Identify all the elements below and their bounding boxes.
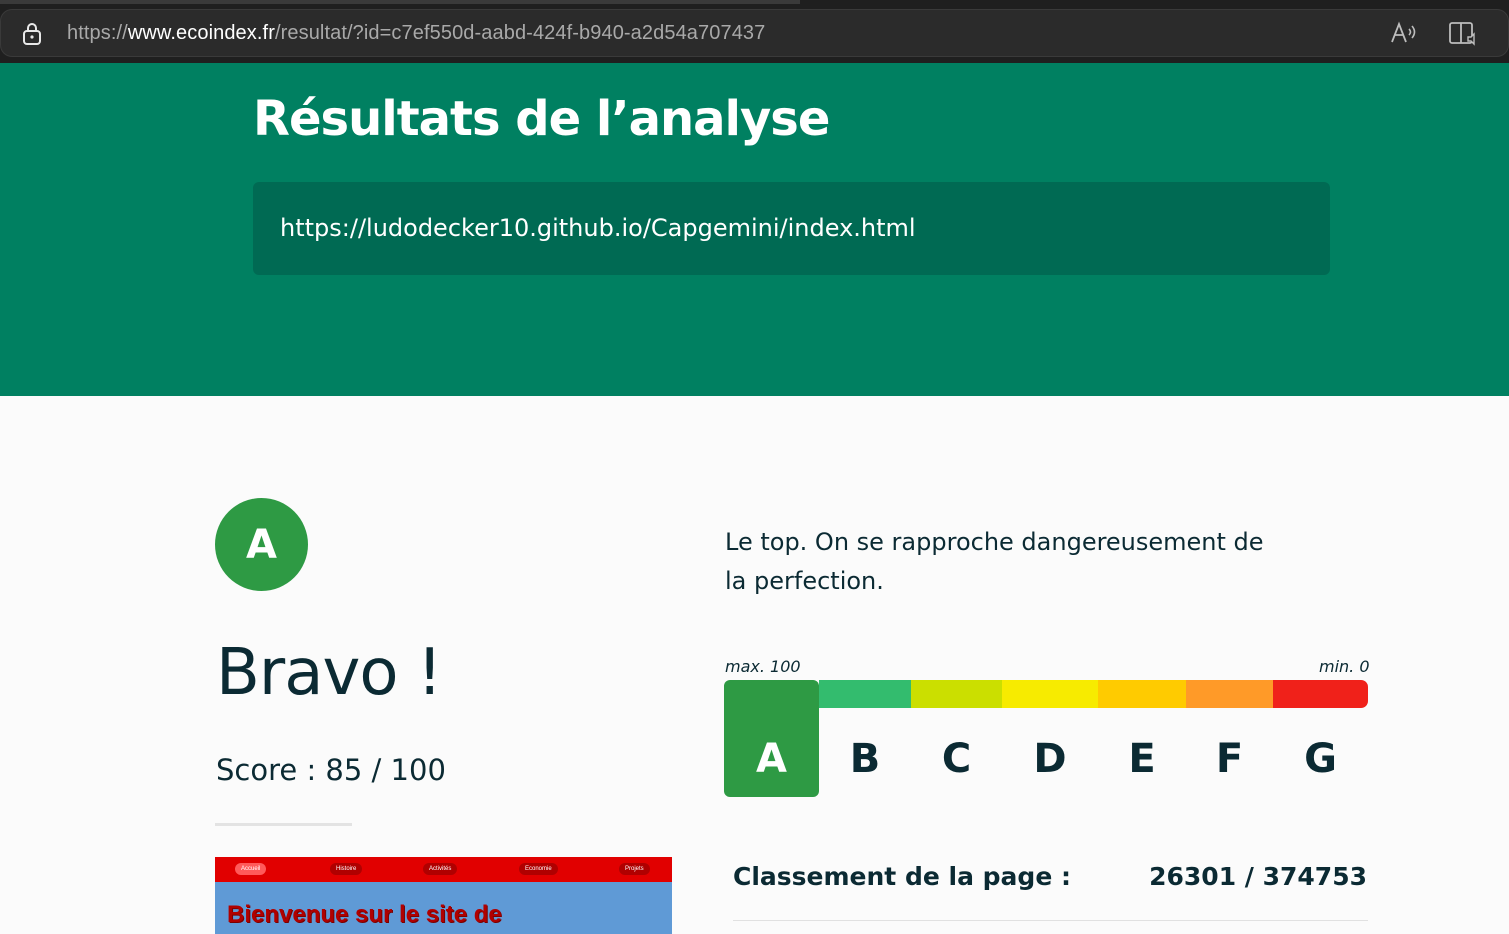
url-path: /resultat/?id=c7ef550d-aabd-424f-b940-a2… bbox=[274, 22, 766, 44]
ranking-label: Classement de la page : bbox=[733, 862, 1071, 891]
thumbnail-nav-item: Activités bbox=[423, 863, 458, 875]
divider bbox=[215, 823, 352, 826]
grade-scale-bar-g bbox=[1273, 680, 1368, 708]
grade-scale-letter-e: E bbox=[1128, 736, 1156, 782]
analyzed-url: https://ludodecker10.github.io/Capgemini… bbox=[280, 214, 916, 242]
thumbnail-nav-item: Histoire bbox=[330, 863, 363, 875]
verdict-text: Le top. On se rapproche dangereusement d… bbox=[725, 528, 1264, 595]
browser-chrome: https://www.ecoindex.fr/resultat/?id=c7e… bbox=[0, 0, 1509, 63]
scale-min-label: min. 0 bbox=[1319, 657, 1370, 676]
thumbnail-nav-item: Projets bbox=[619, 863, 650, 875]
thumbnail-nav-item: Economie bbox=[519, 863, 558, 875]
grade-scale-bar-e bbox=[1098, 680, 1186, 708]
results-header: Résultats de l’analyse https://ludodecke… bbox=[0, 63, 1509, 396]
grade-scale-bar-b bbox=[819, 680, 911, 708]
address-url[interactable]: https://www.ecoindex.fr/resultat/?id=c7e… bbox=[67, 22, 765, 45]
lock-icon[interactable] bbox=[21, 21, 43, 45]
address-bar[interactable]: https://www.ecoindex.fr/resultat/?id=c7e… bbox=[0, 9, 1509, 57]
thumbnail-nav-item: Accueil bbox=[235, 863, 267, 875]
url-scheme: https:// bbox=[67, 22, 128, 44]
grade-scale-bar-d bbox=[1002, 680, 1098, 708]
divider bbox=[733, 920, 1368, 921]
read-aloud-icon[interactable] bbox=[1389, 20, 1419, 46]
grade-scale-letter-g: G bbox=[1304, 736, 1337, 782]
grade-scale: A B C D E F G bbox=[724, 680, 1368, 797]
grade-scale-letter-b: B bbox=[849, 736, 881, 782]
page-title: Résultats de l’analyse bbox=[253, 91, 830, 147]
immersive-reader-icon[interactable] bbox=[1447, 20, 1479, 48]
grade-scale-bar-c bbox=[911, 680, 1002, 708]
active-tab-edge bbox=[0, 0, 800, 4]
thumbnail-headline: Bienvenue sur le site de bbox=[227, 901, 502, 928]
scale-max-label: max. 100 bbox=[725, 657, 801, 676]
ranking-value: 26301 / 374753 bbox=[1149, 862, 1367, 891]
analyzed-url-box: https://ludodecker10.github.io/Capgemini… bbox=[253, 182, 1330, 275]
grade-scale-letter-f: F bbox=[1215, 736, 1244, 782]
url-host: www.ecoindex.fr bbox=[127, 22, 275, 44]
grade-scale-letter-a: A bbox=[756, 736, 787, 782]
grade-badge: A bbox=[215, 498, 308, 591]
result-headline: Bravo ! bbox=[216, 636, 442, 710]
page-screenshot-thumbnail: Accueil Histoire Activités Economie Proj… bbox=[215, 857, 672, 934]
grade-scale-bar-f bbox=[1186, 680, 1273, 708]
score-text: Score : 85 / 100 bbox=[216, 753, 446, 787]
grade-scale-letter-d: D bbox=[1033, 736, 1067, 782]
grade-scale-letter-c: C bbox=[941, 736, 972, 782]
thumbnail-nav: Accueil Histoire Activités Economie Proj… bbox=[215, 857, 672, 882]
